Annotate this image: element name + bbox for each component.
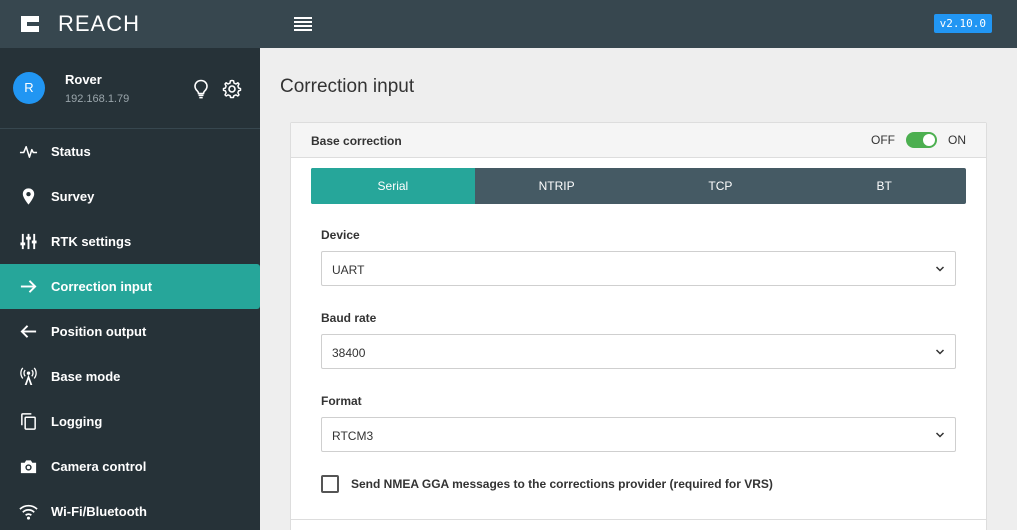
card-header: Base correction OFF ON xyxy=(291,123,986,158)
toggle-knob xyxy=(923,134,935,146)
emlid-logo-icon xyxy=(21,16,39,32)
sidebar-item-base-mode[interactable]: Base mode xyxy=(0,354,260,399)
arrow-right-icon xyxy=(20,280,37,293)
baud-rate-label: Baud rate xyxy=(321,311,377,325)
device-ip: 192.168.1.79 xyxy=(65,93,130,105)
device-name: Rover xyxy=(65,72,102,87)
app-logo: REACH xyxy=(18,12,140,36)
sidebar-item-survey[interactable]: Survey xyxy=(0,174,260,219)
sidebar-item-label: Camera control xyxy=(51,459,147,474)
sidebar-item-position-output[interactable]: Position output xyxy=(0,309,260,354)
sidebar-item-camera-control[interactable]: Camera control xyxy=(0,444,260,489)
base-correction-card: Base correction OFF ON Serial NTRIP TCP … xyxy=(290,122,987,530)
sidebar-item-label: Correction input xyxy=(51,279,153,294)
sidebar-item-correction-input[interactable]: Correction input xyxy=(0,264,260,309)
menu-icon[interactable] xyxy=(294,16,312,32)
tab-bt[interactable]: BT xyxy=(802,168,966,204)
card-footer-divider xyxy=(291,519,986,520)
device-profile: R Rover 192.168.1.79 xyxy=(0,48,260,128)
device-select[interactable]: UART xyxy=(321,251,956,286)
sidebar-item-label: Base mode xyxy=(51,369,121,384)
app-name: REACH xyxy=(58,11,141,36)
antenna-icon xyxy=(20,367,37,386)
sidebar-item-rtk-settings[interactable]: RTK settings xyxy=(0,219,260,264)
top-bar: REACH v2.10.0 xyxy=(0,0,1017,48)
arrow-left-icon xyxy=(20,325,37,338)
chevron-down-icon xyxy=(935,349,945,355)
toggle-off-label: OFF xyxy=(871,133,895,147)
correction-source-tabs: Serial NTRIP TCP BT xyxy=(311,168,966,204)
lightbulb-icon[interactable] xyxy=(193,79,209,99)
sidebar-item-label: RTK settings xyxy=(51,234,132,249)
location-pin-icon xyxy=(22,188,35,205)
baud-rate-select[interactable]: 38400 xyxy=(321,334,956,369)
copy-icon xyxy=(21,413,36,430)
format-select[interactable]: RTCM3 xyxy=(321,417,956,452)
tab-tcp[interactable]: TCP xyxy=(639,168,803,204)
toggle-on-label: ON xyxy=(948,133,966,147)
sidebar-item-label: Status xyxy=(51,144,91,159)
chevron-down-icon xyxy=(935,432,945,438)
sidebar-item-label: Position output xyxy=(51,324,147,339)
sidebar-item-label: Logging xyxy=(51,414,103,429)
send-nmea-gga-label[interactable]: Send NMEA GGA messages to the correction… xyxy=(351,477,773,491)
sliders-icon xyxy=(20,233,37,250)
base-correction-toggle-group: OFF ON xyxy=(871,132,966,148)
chevron-down-icon xyxy=(935,266,945,272)
sidebar-item-status[interactable]: Status xyxy=(0,129,260,174)
format-label: Format xyxy=(321,394,362,408)
wifi-icon xyxy=(19,504,38,520)
sidebar: R Rover 192.168.1.79 Status Survey RTK s… xyxy=(0,48,260,530)
format-select-value: RTCM3 xyxy=(332,429,374,443)
tab-ntrip[interactable]: NTRIP xyxy=(475,168,639,204)
baud-rate-select-value: 38400 xyxy=(332,346,366,360)
sidebar-item-logging[interactable]: Logging xyxy=(0,399,260,444)
device-select-value: UART xyxy=(332,263,365,277)
sidebar-item-label: Wi-Fi/Bluetooth xyxy=(51,504,147,519)
tab-serial[interactable]: Serial xyxy=(311,168,475,204)
send-nmea-gga-checkbox[interactable] xyxy=(321,475,339,493)
sidebar-item-label: Survey xyxy=(51,189,95,204)
version-badge: v2.10.0 xyxy=(933,14,992,33)
device-label: Device xyxy=(321,228,360,242)
sidebar-item-wifi-bluetooth[interactable]: Wi-Fi/Bluetooth xyxy=(0,489,260,530)
gear-icon[interactable] xyxy=(222,79,242,99)
card-title: Base correction xyxy=(311,134,402,148)
page-title: Correction input xyxy=(280,76,415,97)
base-correction-toggle[interactable] xyxy=(906,132,937,148)
avatar: R xyxy=(13,72,45,104)
main-content: Correction input Base correction OFF ON … xyxy=(260,48,1017,530)
sidebar-nav: Status Survey RTK settings Correction in… xyxy=(0,129,260,530)
pulse-icon xyxy=(19,145,38,158)
camera-icon xyxy=(20,460,37,474)
